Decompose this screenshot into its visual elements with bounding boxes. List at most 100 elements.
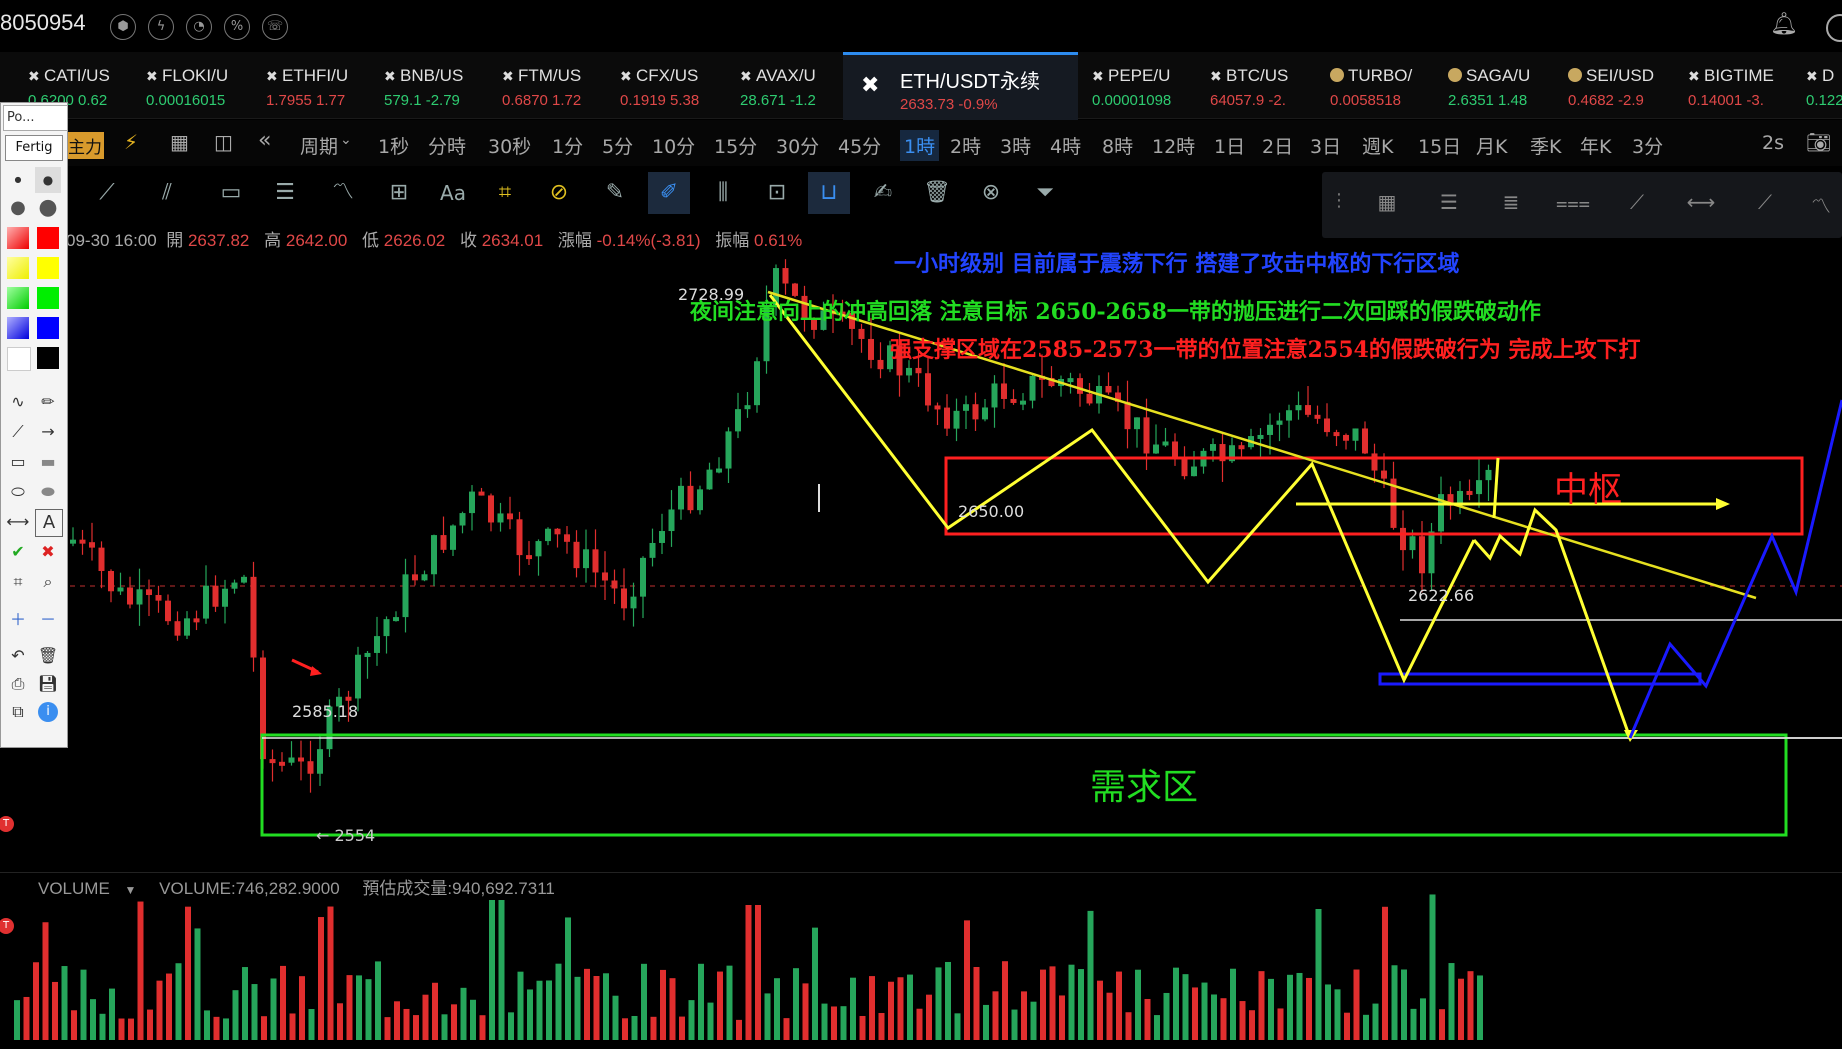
black-swatch[interactable] xyxy=(37,347,59,369)
chevron-down-icon[interactable]: ⌄ xyxy=(340,132,352,148)
active-ticker-tab[interactable]: ✖ ETH/USDT永续 2633.73 -0.9% xyxy=(843,52,1078,121)
percent-icon[interactable]: % xyxy=(224,14,250,40)
rewind-icon[interactable]: « xyxy=(258,128,271,153)
period-option[interactable]: 1分 xyxy=(552,132,583,159)
info-icon[interactable]: i xyxy=(38,702,58,722)
brush-tool-icon[interactable]: ✐ xyxy=(648,172,690,214)
copy-icon[interactable]: ⧉ xyxy=(5,699,31,725)
link-tool-icon[interactable]: ⊗ xyxy=(970,172,1012,214)
line-tool-icon[interactable]: ⟋ xyxy=(86,172,128,214)
ray-pattern-icon[interactable]: ⟋ xyxy=(1612,190,1662,220)
period-option[interactable]: 12時 xyxy=(1152,132,1195,159)
drag-handle-icon[interactable]: ⋮ xyxy=(1330,190,1348,211)
period-option[interactable]: 10分 xyxy=(652,132,695,159)
calendar-icon[interactable]: ▦ xyxy=(170,130,189,154)
arrow-icon[interactable]: → xyxy=(35,419,61,445)
levels-pattern-icon[interactable]: ⩶ xyxy=(1548,190,1598,220)
medium-dot-icon[interactable]: ● xyxy=(35,167,61,193)
hlines-pattern-icon[interactable]: ☰ xyxy=(1424,190,1474,220)
large-dot-icon[interactable]: ● xyxy=(5,195,31,221)
bell-icon[interactable]: 🔔︎ xyxy=(1770,12,1798,38)
period-option[interactable]: 3日 xyxy=(1310,132,1341,159)
period-option[interactable]: 1時 xyxy=(900,130,940,161)
period-option[interactable]: 1秒 xyxy=(378,132,409,159)
ruler-tool-icon[interactable]: ⌗ xyxy=(484,172,526,214)
trash-icon[interactable]: 🗑︎ xyxy=(35,643,61,669)
period-option[interactable]: 2日 xyxy=(1262,132,1293,159)
light-red-swatch[interactable] xyxy=(7,227,29,249)
period-option[interactable]: 季K xyxy=(1530,132,1561,159)
wave-tool-icon[interactable]: 〽 xyxy=(322,172,364,214)
gauge-icon[interactable]: ◔ xyxy=(186,14,212,40)
ellipse-icon[interactable]: ⬭ xyxy=(5,479,31,505)
flash-icon[interactable]: ϟ xyxy=(148,14,174,40)
wave-pattern-icon[interactable]: 〽 xyxy=(1796,190,1842,220)
diag-pattern-icon[interactable]: ⟋ xyxy=(1740,190,1790,220)
save-drawing-icon[interactable]: ⊔ xyxy=(808,172,850,214)
filled-ellipse-icon[interactable]: ⬬ xyxy=(35,479,61,505)
camera-icon[interactable]: 📷︎ xyxy=(1806,130,1831,154)
period-option[interactable]: 分時 xyxy=(428,132,466,159)
palette-title[interactable]: Po... xyxy=(3,105,68,131)
text-icon[interactable]: A xyxy=(35,509,63,537)
highlighter-icon[interactable]: ✏ xyxy=(35,389,61,415)
parallel-tool-icon[interactable]: ⫽ xyxy=(146,172,188,214)
plus-icon[interactable]: ＋ xyxy=(5,607,31,633)
freehand-icon[interactable]: ∿ xyxy=(5,389,31,415)
period-option[interactable]: 3時 xyxy=(1000,132,1031,159)
rectangle-icon[interactable]: ▭ xyxy=(5,449,31,475)
light-yellow-swatch[interactable] xyxy=(7,257,29,279)
minus-icon[interactable]: － xyxy=(35,607,61,633)
period-option[interactable]: 月K xyxy=(1476,132,1507,159)
period-option[interactable]: 5分 xyxy=(602,132,633,159)
range-pattern-icon[interactable]: ⟷ xyxy=(1676,190,1726,220)
lock-tool-icon[interactable]: ⊡ xyxy=(756,172,798,214)
blue-swatch[interactable] xyxy=(37,317,59,339)
settings-icon[interactable] xyxy=(1826,14,1842,42)
light-green-swatch[interactable] xyxy=(7,287,29,309)
hex-icon[interactable]: ⬢ xyxy=(110,14,136,40)
phone-icon[interactable]: ☏ xyxy=(262,14,288,40)
trash-tool-icon[interactable]: 🗑︎ xyxy=(916,172,958,214)
rect-tool-icon[interactable]: ▭ xyxy=(210,172,252,214)
period-option[interactable]: 15日 xyxy=(1418,132,1461,159)
period-option[interactable]: 45分 xyxy=(838,132,881,159)
edit-tool-icon[interactable]: ✍ xyxy=(862,172,904,214)
crop-icon[interactable]: ⌗ xyxy=(5,569,31,595)
save-icon[interactable]: 💾︎ xyxy=(35,671,61,697)
magnet-tool-icon[interactable]: ⊘ xyxy=(538,172,580,214)
text-tool-icon[interactable]: Aa xyxy=(432,172,474,214)
line-icon[interactable]: ⟋ xyxy=(5,419,31,445)
double-arrow-icon[interactable]: ⟷ xyxy=(5,509,31,535)
cross-icon[interactable]: ✖ xyxy=(35,539,61,565)
period-option[interactable]: 30秒 xyxy=(488,132,531,159)
period-option[interactable]: 週K xyxy=(1362,132,1393,159)
bolt-icon[interactable]: ⚡ xyxy=(124,130,138,154)
filter-tool-icon[interactable]: ⏷ xyxy=(1024,172,1066,214)
red-swatch[interactable] xyxy=(37,227,59,249)
grid-pattern-icon[interactable]: ▦ xyxy=(1362,190,1412,220)
period-option[interactable]: 2時 xyxy=(950,132,981,159)
period-option[interactable]: 4時 xyxy=(1050,132,1081,159)
period-option[interactable]: 3分 xyxy=(1632,132,1663,159)
small-dot-icon[interactable]: ● xyxy=(5,167,31,193)
eraser-tool-icon[interactable]: ✎ xyxy=(594,172,636,214)
light-blue-swatch[interactable] xyxy=(7,317,29,339)
period-option[interactable]: 1日 xyxy=(1214,132,1245,159)
undo-icon[interactable]: ↶ xyxy=(5,643,31,669)
filled-rectangle-icon[interactable]: ▬ xyxy=(35,449,61,475)
measure-tool-icon[interactable]: ⊞ xyxy=(378,172,420,214)
fertig-button[interactable]: Fertig xyxy=(5,135,63,161)
cycle-dropdown[interactable]: 周期 xyxy=(300,132,338,159)
green-swatch[interactable] xyxy=(37,287,59,309)
period-option[interactable]: 年K xyxy=(1580,132,1611,159)
period-option[interactable]: 30分 xyxy=(776,132,819,159)
zoom-icon[interactable]: ⌕ xyxy=(35,569,61,595)
yellow-swatch[interactable] xyxy=(37,257,59,279)
white-swatch[interactable] xyxy=(7,347,31,371)
main-force-label[interactable]: 主力 xyxy=(66,132,104,159)
fib-pattern-icon[interactable]: ≣ xyxy=(1486,190,1536,220)
check-icon[interactable]: ✔ xyxy=(5,539,31,565)
refresh-interval[interactable]: 2s xyxy=(1762,132,1784,154)
period-option[interactable]: 15分 xyxy=(714,132,757,159)
